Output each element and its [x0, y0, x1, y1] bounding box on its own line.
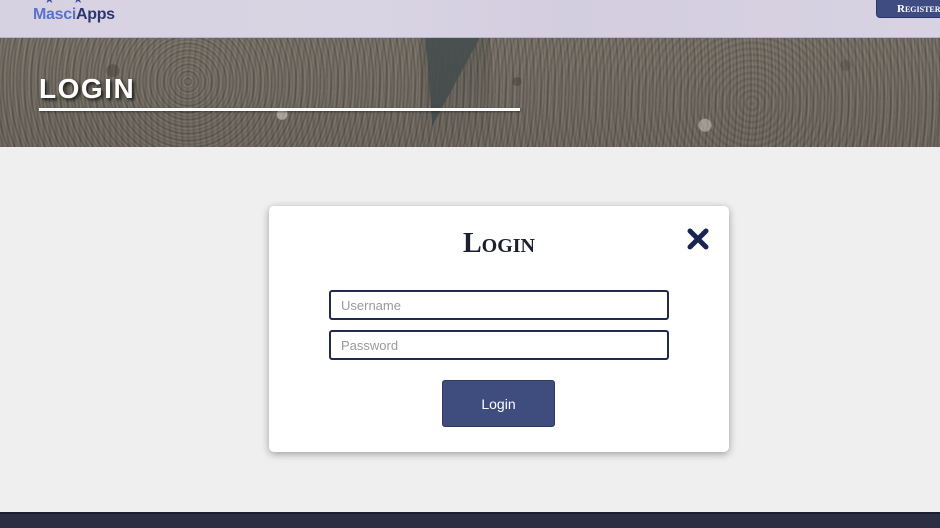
close-button[interactable]: [685, 226, 711, 252]
title-underline: [39, 108, 520, 111]
close-icon: [687, 228, 709, 250]
top-header: ★★ MasciApps Register: [0, 0, 940, 38]
modal-title: Login: [462, 228, 535, 259]
login-button[interactable]: Login: [442, 380, 555, 427]
password-input[interactable]: [329, 330, 669, 360]
page-title: LOGIN: [39, 73, 136, 104]
register-button[interactable]: Register: [876, 0, 940, 18]
hero-banner: LOGIN: [0, 38, 940, 147]
logo-text-apps: Apps: [75, 6, 115, 23]
hero-shade: [0, 38, 940, 147]
username-input[interactable]: [329, 290, 669, 320]
footer: [0, 512, 940, 528]
logo-text-masci: Masci: [33, 6, 76, 23]
login-modal: Login Login: [269, 206, 729, 452]
logo[interactable]: MasciApps: [33, 6, 115, 24]
